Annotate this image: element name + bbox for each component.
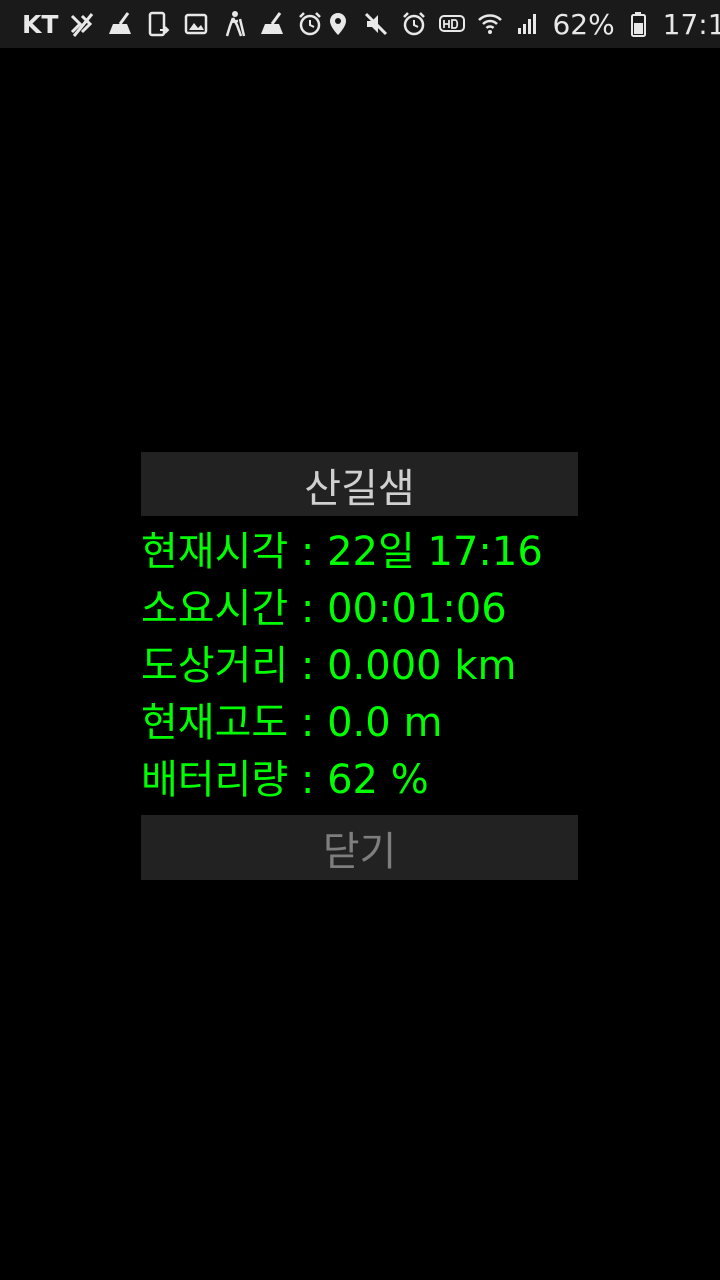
info-row-battery: 배터리량 : 62 % xyxy=(141,752,578,809)
info-row-elapsed-time: 소요시간 : 00:01:06 xyxy=(141,581,578,638)
info-separator: : xyxy=(288,529,328,575)
hiker-icon xyxy=(220,10,248,38)
no-signal-slash-icon xyxy=(68,10,96,38)
status-clock: 17:16 xyxy=(662,7,720,41)
mute-icon xyxy=(362,10,390,38)
info-dialog: 산길샘 현재시각 : 22일 17:16 소요시간 : 00:01:06 도상거… xyxy=(141,452,578,880)
info-value: 22일 17:16 xyxy=(327,529,543,575)
info-value: 62 % xyxy=(327,757,429,803)
hd-voice-icon xyxy=(438,10,466,38)
info-separator: : xyxy=(288,757,328,803)
info-value: 0.000 km xyxy=(327,643,517,689)
battery-icon xyxy=(625,10,653,38)
info-separator: : xyxy=(288,586,328,632)
status-left: KT xyxy=(22,10,324,39)
info-separator: : xyxy=(288,700,328,746)
info-value: 00:01:06 xyxy=(327,586,507,632)
cleaner-icon xyxy=(106,10,134,38)
battery-percent: 62% xyxy=(552,7,615,41)
cell-signal-icon xyxy=(514,10,542,38)
dialog-title: 산길샘 xyxy=(141,452,578,516)
alarm-icon xyxy=(400,10,428,38)
info-list: 현재시각 : 22일 17:16 소요시간 : 00:01:06 도상거리 : … xyxy=(141,516,578,815)
info-row-current-time: 현재시각 : 22일 17:16 xyxy=(141,524,578,581)
carrier-name: KT xyxy=(22,9,59,39)
status-right: 62% 17:16 xyxy=(324,8,720,41)
image-icon xyxy=(182,10,210,38)
info-label: 소요시간 xyxy=(141,586,289,632)
wifi-icon xyxy=(476,10,504,38)
status-bar: KT 62% 17:1 xyxy=(0,0,720,48)
info-value: 0.0 m xyxy=(327,700,443,746)
device-transfer-icon xyxy=(144,10,172,38)
info-label: 현재고도 xyxy=(141,700,289,746)
info-label: 배터리량 xyxy=(141,757,289,803)
info-label: 도상거리 xyxy=(141,643,289,689)
cleaner-icon xyxy=(258,10,286,38)
close-button[interactable]: 닫기 xyxy=(141,815,578,880)
alarm-icon xyxy=(296,10,324,38)
info-row-map-distance: 도상거리 : 0.000 km xyxy=(141,638,578,695)
location-icon xyxy=(324,10,352,38)
info-row-altitude: 현재고도 : 0.0 m xyxy=(141,695,578,752)
info-label: 현재시각 xyxy=(141,529,289,575)
info-separator: : xyxy=(288,643,328,689)
